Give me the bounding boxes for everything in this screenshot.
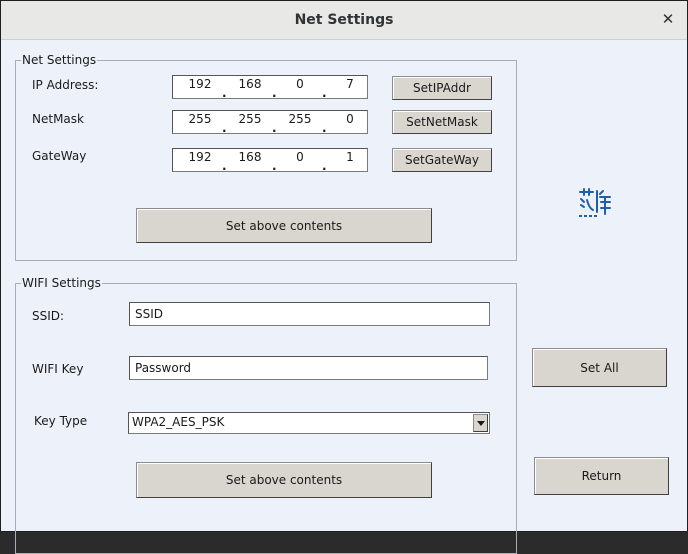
gateway-octet-3: 0 (296, 150, 304, 164)
set-all-button[interactable]: Set All (532, 348, 667, 387)
ip-address-label: IP Address: (32, 78, 99, 92)
gateway-octet-2: 168 (238, 150, 262, 164)
return-button[interactable]: Return (534, 457, 669, 495)
dialog-client-area: Net Settings IP Address: 192 . 168 . 0 .… (1, 40, 687, 554)
company-logo-icon (579, 188, 611, 217)
set-ip-addr-button[interactable]: SetIPAddr (392, 76, 492, 100)
ssid-label: SSID: (32, 309, 65, 323)
ip-dot: . (222, 121, 227, 135)
key-type-selected-value: WPA2_AES_PSK (132, 415, 225, 429)
ip-dot: . (272, 159, 277, 173)
ip-dot: . (322, 121, 327, 135)
close-icon[interactable]: ✕ (659, 10, 677, 28)
netmask-octet-2: 255 (238, 112, 262, 126)
netmask-label: NetMask (32, 112, 84, 126)
wifi-key-label: WIFI Key (32, 362, 84, 376)
netmask-octet-4: 0 (346, 112, 354, 126)
gateway-input[interactable]: 192 . 168 . 0 . 1 (172, 148, 368, 173)
gateway-octet-4: 1 (346, 150, 354, 164)
window-title: Net Settings (294, 12, 394, 28)
key-type-select[interactable]: WPA2_AES_PSK (128, 412, 490, 434)
ip-octet-2: 168 (238, 77, 262, 91)
ip-octet-1: 192 (188, 77, 212, 91)
ip-octet-4: 7 (346, 77, 354, 91)
netmask-octet-1: 255 (188, 112, 212, 126)
set-gateway-button[interactable]: SetGateWay (392, 148, 492, 172)
ip-dot: . (272, 121, 277, 135)
net-set-above-contents-button[interactable]: Set above contents (136, 208, 432, 243)
ip-dot: . (222, 86, 227, 100)
wifi-key-input[interactable]: Password (129, 356, 488, 380)
ip-dot: . (322, 86, 327, 100)
ip-octet-3: 0 (296, 77, 304, 91)
ip-dot: . (322, 159, 327, 173)
key-type-label: Key Type (34, 414, 88, 428)
net-settings-window: Net Settings ✕ Net Settings IP Address: … (0, 0, 688, 554)
net-settings-legend: Net Settings (22, 53, 97, 67)
title-bar[interactable]: Net Settings ✕ (1, 1, 687, 40)
ip-dot: . (222, 159, 227, 173)
ip-dot: . (272, 86, 277, 100)
dropdown-arrow-icon[interactable] (473, 414, 488, 432)
wifi-settings-legend: WIFI Settings (22, 276, 101, 290)
gateway-octet-1: 192 (188, 150, 212, 164)
ip-address-input[interactable]: 192 . 168 . 0 . 7 (172, 75, 368, 100)
netmask-octet-3: 255 (288, 112, 312, 126)
set-netmask-button[interactable]: SetNetMask (392, 110, 492, 134)
netmask-input[interactable]: 255 . 255 . 255 . 0 (172, 110, 368, 135)
ssid-input[interactable]: SSID (129, 302, 490, 326)
wifi-set-above-contents-button[interactable]: Set above contents (136, 462, 432, 498)
gateway-label: GateWay (32, 149, 87, 163)
